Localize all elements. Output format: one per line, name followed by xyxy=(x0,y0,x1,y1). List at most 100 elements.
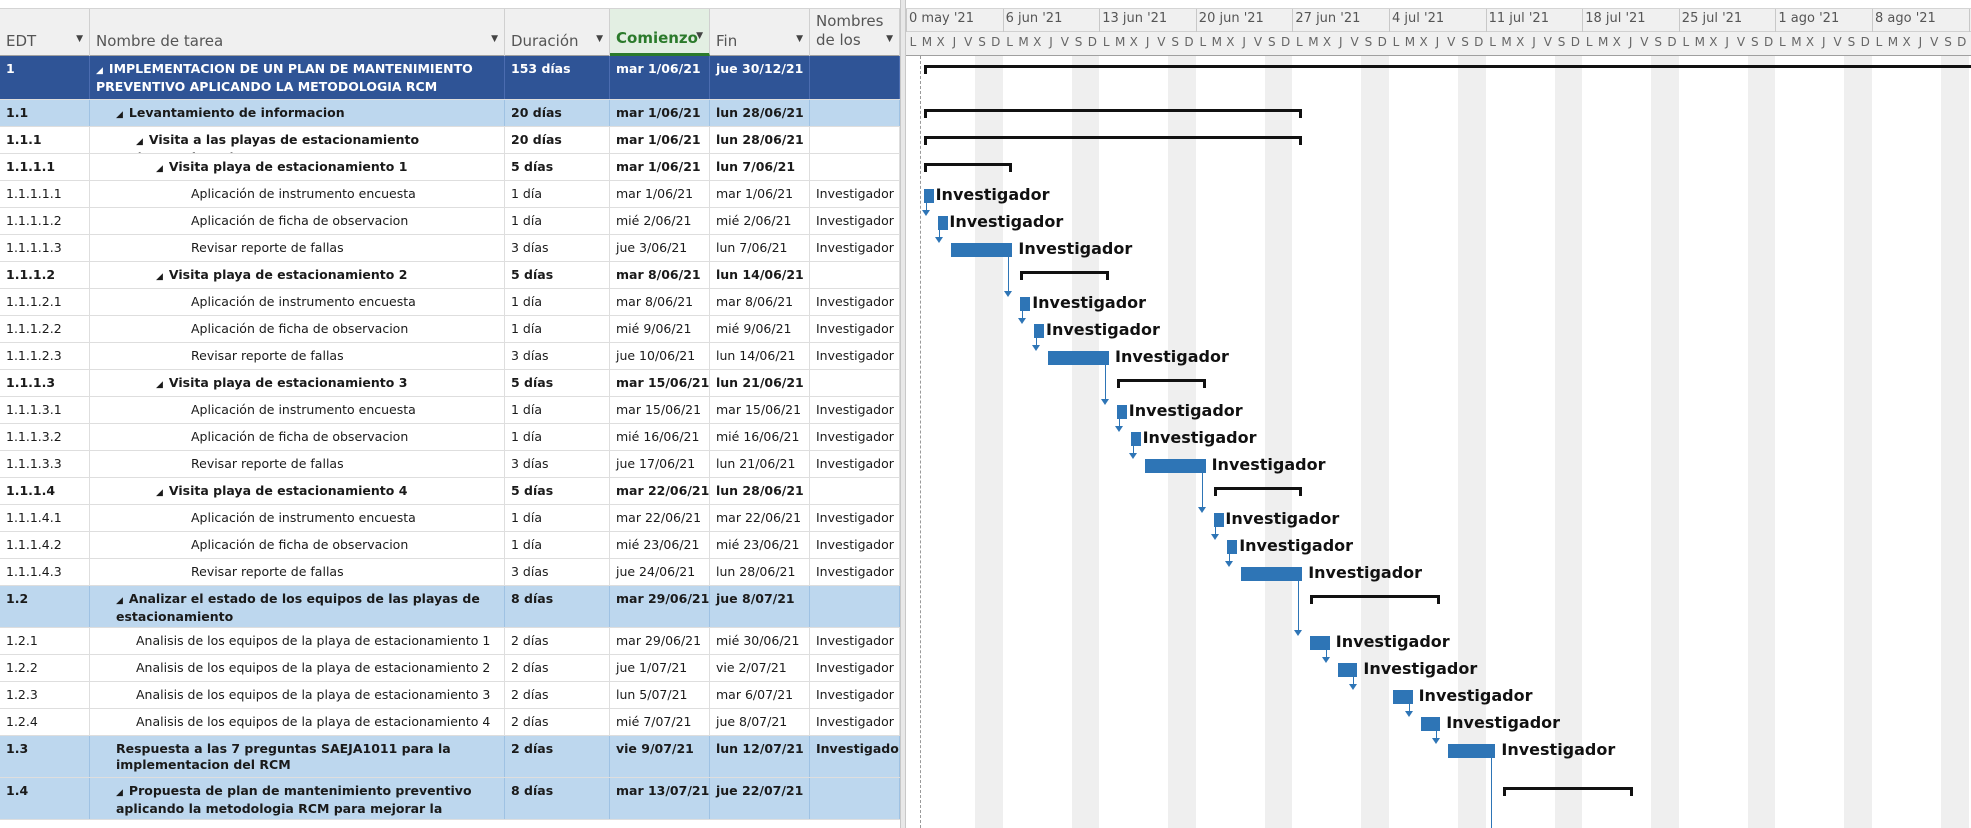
table-row[interactable]: 1.1.1.4.2 Aplicación de ficha de observac… xyxy=(0,532,900,559)
column-header-edt[interactable]: EDT ▼ xyxy=(0,9,90,56)
column-header-resources[interactable]: Nombres de los ▼ xyxy=(810,9,900,56)
chevron-down-icon[interactable]: ▼ xyxy=(796,34,803,44)
collapse-triangle-icon[interactable]: ◢ xyxy=(136,137,143,147)
table-row[interactable]: 1.2 ◢ Analizar el estado de los equipos de… xyxy=(0,586,900,628)
cell-name[interactable]: Analisis de los equipos de la playa de e… xyxy=(90,682,505,708)
table-row[interactable]: 1.2.3 Analisis de los equipos de la playa… xyxy=(0,682,900,709)
task-bar[interactable] xyxy=(1227,539,1238,554)
table-row[interactable]: 1.2.2 Analisis de los equipos de la playa… xyxy=(0,655,900,682)
cell-name[interactable]: Analisis de los equipos de la playa de e… xyxy=(90,709,505,735)
task-bar[interactable] xyxy=(1213,512,1224,527)
table-row[interactable]: 1.1.1.2.3 Revisar reporte de fallas 3 días… xyxy=(0,343,900,370)
cell-name[interactable]: ◢ Visita playa de estacionamiento 3 xyxy=(90,370,505,396)
cell-name[interactable]: ◢ Visita playa de estacionamiento 4 xyxy=(90,478,505,504)
collapse-triangle-icon[interactable]: ◢ xyxy=(116,596,123,606)
cell-name[interactable]: Revisar reporte de fallas xyxy=(90,235,505,261)
cell-name[interactable]: Aplicación de ficha de observacion xyxy=(90,424,505,450)
summary-bar[interactable] xyxy=(923,162,1013,166)
task-bar[interactable] xyxy=(1310,635,1330,650)
table-row[interactable]: 1.3 Respuesta a las 7 preguntas SAEJA1011… xyxy=(0,736,900,778)
table-row[interactable]: 1.1.1.2.1 Aplicación de instrumento encue… xyxy=(0,289,900,316)
summary-bar[interactable] xyxy=(1310,594,1441,598)
cell-name[interactable]: Aplicación de instrumento encuesta xyxy=(90,397,505,423)
chevron-down-icon[interactable]: ▼ xyxy=(596,34,603,44)
table-row[interactable]: 1.1.1.4.3 Revisar reporte de fallas 3 días… xyxy=(0,559,900,586)
table-row[interactable]: 1.2.1 Analisis de los equipos de la playa… xyxy=(0,628,900,655)
column-header-start[interactable]: Comienzo ▼ xyxy=(610,9,710,56)
collapse-triangle-icon[interactable]: ◢ xyxy=(116,788,123,798)
collapse-triangle-icon[interactable]: ◢ xyxy=(156,164,163,174)
chevron-down-icon[interactable]: ▼ xyxy=(76,34,83,44)
summary-bar[interactable] xyxy=(923,108,1303,112)
table-row[interactable]: 1.1.1.4 ◢ Visita playa de estacionamiento … xyxy=(0,478,900,505)
cell-name[interactable]: Aplicación de instrumento encuesta xyxy=(90,505,505,531)
cell-name[interactable]: ◢ Propuesta de plan de mantenimiento prev… xyxy=(90,778,505,819)
table-row[interactable]: 1.1.1.1.1 Aplicación de instrumento encue… xyxy=(0,181,900,208)
table-row[interactable]: 1.1.1.3 ◢ Visita playa de estacionamiento … xyxy=(0,370,900,397)
table-row[interactable]: 1 ◢ IMPLEMENTACION DE UN PLAN DE MANTENIMI… xyxy=(0,56,900,100)
table-row[interactable]: 1.1.1.1.3 Revisar reporte de fallas 3 días… xyxy=(0,235,900,262)
chevron-down-icon[interactable]: ▼ xyxy=(886,34,893,44)
column-header-duration[interactable]: Duración ▼ xyxy=(505,9,610,56)
table-row[interactable]: 1.1.1.3.3 Revisar reporte de fallas 3 días… xyxy=(0,451,900,478)
collapse-triangle-icon[interactable]: ◢ xyxy=(156,488,163,498)
cell-name[interactable]: Aplicación de ficha de observacion xyxy=(90,532,505,558)
task-bar[interactable] xyxy=(1448,743,1496,758)
cell-name[interactable]: ◢ Visita playa de estacionamiento 2 xyxy=(90,262,505,288)
table-row[interactable]: 1.1.1.3.1 Aplicación de instrumento encue… xyxy=(0,397,900,424)
cell-name[interactable]: ◢ Visita playa de estacionamiento 1 xyxy=(90,154,505,180)
table-row[interactable]: 1.1.1.1 ◢ Visita playa de estacionamiento … xyxy=(0,154,900,181)
cell-name[interactable]: Aplicación de ficha de observacion xyxy=(90,208,505,234)
column-header-finish[interactable]: Fin ▼ xyxy=(710,9,810,56)
cell-name[interactable]: Analisis de los equipos de la playa de e… xyxy=(90,628,505,654)
summary-bar[interactable] xyxy=(1213,486,1303,490)
summary-bar[interactable] xyxy=(923,135,1303,139)
task-bar[interactable] xyxy=(1393,689,1413,704)
chevron-down-icon[interactable]: ▼ xyxy=(491,34,498,44)
cell-name[interactable]: ◢ Visita a las playas de estacionamiento … xyxy=(90,127,505,153)
table-row[interactable]: 1.1.1.4.1 Aplicación de instrumento encue… xyxy=(0,505,900,532)
collapse-triangle-icon[interactable]: ◢ xyxy=(96,66,103,76)
task-bar[interactable] xyxy=(1034,323,1045,338)
task-bar[interactable] xyxy=(1241,566,1303,581)
table-row[interactable]: 1.4 ◢ Propuesta de plan de mantenimiento p… xyxy=(0,778,900,820)
collapse-triangle-icon[interactable]: ◢ xyxy=(116,110,123,120)
summary-bar[interactable] xyxy=(1020,270,1109,274)
task-bar[interactable] xyxy=(923,188,934,203)
collapse-triangle-icon[interactable]: ◢ xyxy=(156,272,163,282)
task-bar[interactable] xyxy=(1420,716,1441,731)
cell-name[interactable]: ◢ Levantamiento de informacion xyxy=(90,100,505,126)
table-row[interactable]: 1.1.1 ◢ Visita a las playas de estacionami… xyxy=(0,127,900,154)
table-row[interactable]: 1.1.1.2.2 Aplicación de ficha de observac… xyxy=(0,316,900,343)
cell-name[interactable]: Analisis de los equipos de la playa de e… xyxy=(90,655,505,681)
task-bar[interactable] xyxy=(937,215,948,230)
summary-bar[interactable] xyxy=(1503,786,1634,790)
cell-name[interactable]: Revisar reporte de fallas xyxy=(90,343,505,369)
task-bar[interactable] xyxy=(1337,662,1358,677)
task-bar[interactable] xyxy=(1117,404,1127,419)
task-bar[interactable] xyxy=(1020,296,1031,311)
table-row[interactable]: 1.1.1.2 ◢ Visita playa de estacionamiento … xyxy=(0,262,900,289)
chevron-down-icon[interactable]: ▼ xyxy=(696,31,703,41)
task-bar[interactable] xyxy=(1048,350,1109,365)
table-row[interactable]: 1.1.1.1.2 Aplicación de ficha de observac… xyxy=(0,208,900,235)
column-header-task-name[interactable]: Nombre de tarea ▼ xyxy=(90,9,505,56)
summary-bar[interactable] xyxy=(923,64,1971,68)
table-row[interactable]: 1.1 ◢ Levantamiento de informacion 20 días m… xyxy=(0,100,900,127)
table-row[interactable]: 1.1.1.3.2 Aplicación de ficha de observac… xyxy=(0,424,900,451)
cell-name[interactable]: Aplicación de instrumento encuesta xyxy=(90,181,505,207)
cell-name[interactable]: ◢ Analizar el estado de los equipos de la… xyxy=(90,586,505,627)
cell-name[interactable]: Revisar reporte de fallas xyxy=(90,559,505,585)
cell-name[interactable]: Aplicación de instrumento encuesta xyxy=(90,289,505,315)
summary-bar[interactable] xyxy=(1117,378,1206,382)
cell-name[interactable]: Revisar reporte de fallas xyxy=(90,451,505,477)
task-bar[interactable] xyxy=(1130,431,1141,446)
cell-name[interactable]: Respuesta a las 7 preguntas SAEJA1011 pa… xyxy=(90,736,505,777)
task-bar[interactable] xyxy=(1144,458,1206,473)
collapse-triangle-icon[interactable]: ◢ xyxy=(156,380,163,390)
cell-name[interactable]: ◢ IMPLEMENTACION DE UN PLAN DE MANTENIMIE… xyxy=(90,56,505,99)
day-letter: D xyxy=(1667,35,1677,49)
table-row[interactable]: 1.2.4 Analisis de los equipos de la playa… xyxy=(0,709,900,736)
task-bar[interactable] xyxy=(951,242,1013,257)
cell-name[interactable]: Aplicación de ficha de observacion xyxy=(90,316,505,342)
